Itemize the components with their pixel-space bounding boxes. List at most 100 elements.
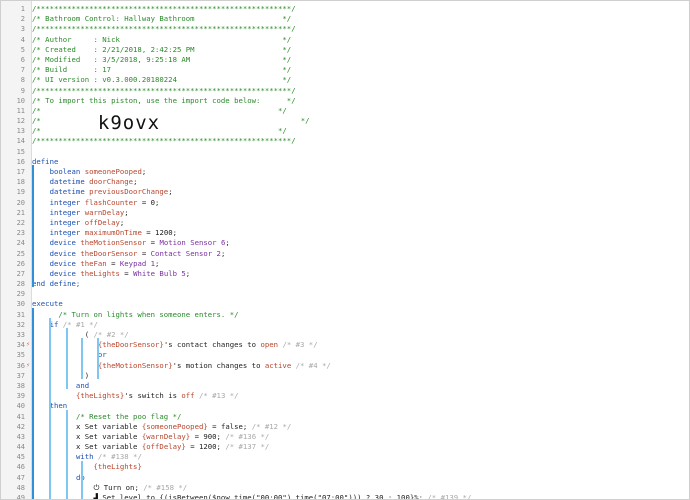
code-token: execute — [32, 299, 63, 309]
trigger-icon: ⚡ — [26, 361, 30, 369]
code-token: /* #139 */ — [427, 493, 472, 500]
code-line: 16 define — [1, 157, 689, 167]
code-token: device — [49, 248, 81, 258]
line-number: 47 — [16, 473, 25, 482]
code-token: if — [49, 319, 63, 329]
line-content: /* Reset the poo flag */ — [32, 412, 181, 422]
line-number: 32 — [16, 320, 25, 329]
code-token: offDelay — [84, 217, 120, 227]
code-token: Motion Sensor 6 — [159, 238, 226, 248]
code-line: 14 /*************************************… — [1, 136, 689, 146]
code-token: /* #137 */ — [225, 442, 270, 452]
code-token: ; — [168, 187, 173, 197]
line-number: 38 — [16, 381, 25, 390]
code-token: 's contact changes to — [163, 340, 261, 350]
line-number: 3 — [20, 25, 25, 34]
line-number: 44 — [16, 443, 25, 452]
code-token: /* #3 */ — [282, 340, 318, 350]
line-content: /***************************************… — [32, 136, 296, 146]
code-token: and — [32, 380, 90, 390]
code-token: with — [75, 452, 98, 462]
code-token: /* Modified : 3/5/2018, 9:25:18 AM */ — [32, 54, 292, 64]
code-token: /* #138 */ — [97, 452, 142, 462]
line-number: 36 — [16, 361, 25, 370]
line-content: do — [32, 473, 85, 483]
code-token: /* #158 */ — [143, 482, 188, 492]
code-token: /* Author : Nick */ — [32, 34, 292, 44]
code-token: = 900; — [190, 431, 226, 441]
line-number: 18 — [16, 178, 25, 187]
line-number: 24 — [16, 239, 25, 248]
code-token: /* #1 */ — [62, 319, 98, 329]
execute-block-guide — [32, 308, 34, 499]
code-token: ; — [133, 177, 138, 187]
line-content: end define; — [32, 279, 80, 289]
code-token: ; — [155, 197, 160, 207]
line-number: 45 — [16, 453, 25, 462]
line-number: 17 — [16, 168, 25, 176]
paren-group-guide — [81, 338, 83, 379]
code-token: = 1200; — [185, 442, 226, 452]
line-number: 14 — [16, 137, 25, 146]
code-token: = — [106, 258, 120, 268]
code-token: {theMotionSensor} — [97, 360, 173, 370]
code-token: ; — [220, 248, 226, 258]
code-line: 32 if /* #1 */ — [1, 320, 689, 330]
code-token: device — [49, 268, 81, 278]
code-token: Set variable — [80, 421, 142, 431]
line-number: 42 — [16, 422, 25, 431]
code-line: 45 with /* #138 */ — [1, 452, 689, 462]
code-token: ; — [141, 167, 147, 176]
line-number: 33 — [16, 331, 25, 339]
line-content: /* */ — [32, 126, 287, 136]
code-token: someonePooped — [84, 167, 142, 176]
line-number: 34 — [16, 341, 25, 350]
code-token: Keypad 1 — [119, 258, 156, 268]
line-number: 13 — [16, 127, 25, 136]
code-token: {someonePooped} — [141, 421, 208, 431]
line-number: 29 — [16, 290, 25, 299]
code-line: 39 {theLights}'s switch is off /* #13 */ — [1, 391, 689, 401]
code-token: {offDelay} — [141, 442, 186, 452]
line-number: 10 — [16, 96, 25, 105]
line-content: /* Created : 2/21/2018, 2:42:25 PM */ — [32, 45, 291, 55]
code-line: 29 — [1, 289, 689, 299]
code-line: 9 /**************************************… — [1, 86, 689, 96]
code-token: device — [49, 258, 81, 268]
line-content: ⏻ Turn on; /* #158 */ — [32, 482, 188, 493]
line-content: integer warnDelay; — [32, 208, 129, 218]
code-token: ; — [119, 217, 125, 227]
code-token: device — [49, 238, 81, 248]
line-content: device theFan = Keypad 1; — [32, 258, 160, 269]
code-token: datetime — [49, 177, 90, 187]
line-content: integer offDelay; — [32, 217, 125, 228]
code-line: 19 datetime previousDoorChange; — [1, 187, 689, 197]
code-token: theLights — [80, 268, 120, 278]
code-line: 37 ) — [1, 371, 689, 381]
code-token: /* Created : 2/21/2018, 2:42:25 PM */ — [32, 44, 292, 54]
line-number: 25 — [16, 249, 25, 258]
line-number: 46 — [16, 463, 25, 472]
code-line: 21 integer warnDelay; — [1, 208, 689, 218]
line-number: 49 — [16, 494, 25, 500]
code-line: 44 x Set variable {offDelay} = 1200; /* … — [1, 442, 689, 452]
code-line: 2 /* Bathroom Control: Hallway Bathroom *… — [1, 14, 689, 24]
code-line: 28 end define; — [1, 279, 689, 289]
code-token: theDoorSensor — [80, 248, 138, 258]
code-token: */ — [160, 116, 310, 126]
code-token: /* Bathroom Control: Hallway Bathroom */ — [32, 14, 292, 24]
code-token: Turn on; — [99, 482, 144, 492]
line-number: 21 — [16, 208, 25, 217]
code-line: 3 /**************************************… — [1, 24, 689, 34]
code-token: warnDelay — [84, 207, 125, 217]
code-token: ; — [124, 207, 129, 217]
code-token: = — [119, 268, 134, 278]
code-token: = — [146, 238, 160, 248]
